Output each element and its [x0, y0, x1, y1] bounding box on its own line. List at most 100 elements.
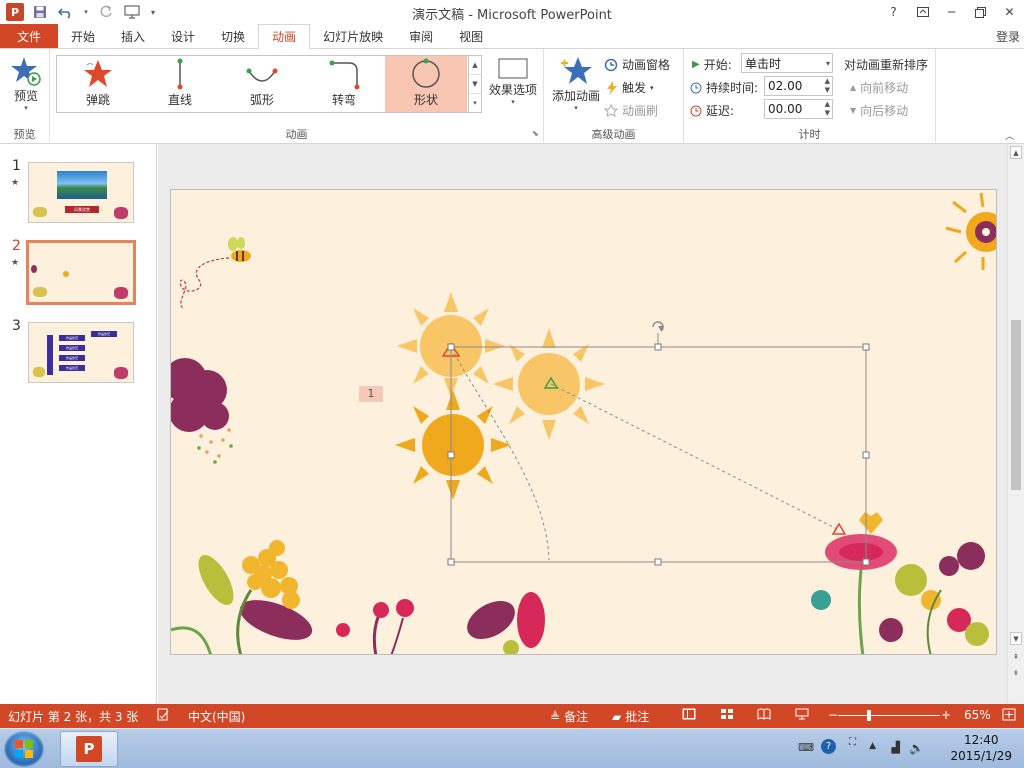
preview-button[interactable]: 预览 ▾ — [6, 55, 46, 112]
collapse-ribbon-icon[interactable]: ︿ — [1005, 129, 1014, 142]
gallery-scroll-up-icon[interactable]: ▲ — [469, 56, 481, 75]
tab-review[interactable]: 审阅 — [396, 24, 446, 48]
gallery-item-bounce[interactable]: 弹跳 — [57, 56, 139, 112]
move-later-button[interactable]: ▼ 向后移动 — [850, 102, 908, 119]
animation-order-tag[interactable]: 1 — [359, 386, 383, 402]
flower-decoration — [114, 207, 128, 219]
bee-decoration — [179, 237, 251, 309]
animation-dialog-launcher-icon[interactable]: ⬊ — [532, 129, 539, 138]
slide-thumbnail-2[interactable] — [26, 240, 136, 305]
zoom-level[interactable]: 65% — [964, 708, 991, 722]
thumb-list-item: 作品欣赏 — [91, 331, 117, 337]
slide-thumbnail-1[interactable]: 风景欣赏 — [28, 162, 134, 223]
taskbar-clock[interactable]: 12:40 2015/1/29 — [950, 732, 1012, 764]
comments-label: 批注 — [625, 710, 650, 724]
comments-button[interactable]: ▰ 批注 — [612, 708, 649, 725]
duration-spinner-icon[interactable]: ▲ ▼ — [825, 77, 830, 95]
undo-dropdown-icon[interactable]: ▾ — [82, 2, 90, 22]
windows-start-icon[interactable] — [4, 731, 44, 767]
normal-view-icon[interactable] — [682, 708, 696, 720]
tab-design[interactable]: 设计 — [158, 24, 208, 48]
save-icon[interactable] — [30, 2, 50, 22]
delay-input[interactable]: 00.00 ▲ ▼ — [764, 99, 833, 119]
scroll-thumb[interactable] — [1011, 320, 1021, 490]
flower-decoration — [33, 367, 45, 377]
motion-path-selection-box[interactable] — [447, 333, 870, 566]
slideshow-from-start-icon[interactable] — [122, 2, 142, 22]
add-animation-button[interactable]: 添加动画 ▾ — [548, 55, 604, 112]
tab-view[interactable]: 视图 — [446, 24, 496, 48]
gallery-item-shape[interactable]: 形状 — [385, 56, 467, 112]
delay-value: 00.00 — [768, 102, 803, 116]
zoom-in-icon[interactable]: + — [941, 708, 951, 722]
motion-path-line[interactable] — [550, 383, 840, 531]
close-icon[interactable]: ✕ — [995, 0, 1024, 24]
gallery-item-line[interactable]: 直线 — [139, 56, 221, 112]
tab-file[interactable]: 文件 — [0, 24, 58, 48]
notes-button[interactable]: ≜ 备注 — [550, 708, 588, 725]
tray-menu-icon[interactable]: ⛶ — [849, 737, 856, 748]
thumb-title: 风景欣赏 — [65, 206, 99, 213]
clock-date: 2015/1/29 — [950, 749, 1012, 763]
slide-sorter-view-icon[interactable] — [720, 708, 734, 720]
start-combo-arrow-icon[interactable]: ▾ — [826, 59, 830, 68]
keyboard-icon[interactable]: ⌨ — [798, 741, 814, 754]
diagram-bar — [47, 335, 53, 375]
show-hidden-icons-icon[interactable]: ▲ — [869, 741, 876, 751]
ribbon-tabs: 文件 开始 插入 设计 切换 动画 幻灯片放映 审阅 视图 登录 — [0, 24, 1024, 49]
gallery-more-icon[interactable]: ▾ — [469, 94, 481, 112]
move-earlier-button[interactable]: ▲ 向前移动 — [850, 79, 908, 96]
tab-slideshow[interactable]: 幻灯片放映 — [310, 24, 396, 48]
tab-transitions[interactable]: 切换 — [208, 24, 258, 48]
slide-thumbnail-3[interactable]: 作品欣赏 作品欣赏 作品欣赏 作品欣赏 作品欣赏 — [28, 322, 134, 383]
ribbon-display-options-icon[interactable] — [908, 0, 937, 24]
thumb-list-item: 作品欣赏 — [59, 365, 85, 371]
preview-group: 预览 ▾ 预览 — [0, 49, 50, 144]
language-indicator[interactable]: 中文(中国) — [188, 708, 245, 725]
zoom-slider-track[interactable] — [838, 715, 940, 716]
slideshow-view-icon[interactable] — [795, 708, 809, 720]
start-combo[interactable]: 单击时 ▾ — [741, 53, 833, 73]
restore-icon[interactable] — [966, 0, 995, 24]
slide-thumbnail-pane: 1 ★ 风景欣赏 2 ★ 3 作品欣赏 作品欣赏 作品欣赏 作品欣赏 作品欣赏 — [0, 144, 157, 704]
delay-spinner-icon[interactable]: ▲ ▼ — [825, 100, 830, 118]
help-icon[interactable]: ? — [879, 0, 908, 24]
undo-icon[interactable] — [56, 2, 76, 22]
help-tray-icon[interactable]: ? — [821, 739, 836, 754]
zoom-slider-thumb[interactable] — [867, 710, 871, 721]
effect-options-button[interactable]: 效果选项 ▾ — [488, 57, 538, 106]
slide-canvas — [171, 192, 996, 654]
tab-insert[interactable]: 插入 — [108, 24, 158, 48]
tab-home[interactable]: 开始 — [58, 24, 108, 48]
previous-slide-icon[interactable]: ⇞ — [1010, 650, 1022, 663]
move-down-icon: ▼ — [850, 106, 857, 115]
next-slide-icon[interactable]: ⇟ — [1010, 666, 1022, 679]
animation-painter-button[interactable]: 动画刷 — [604, 102, 658, 119]
gallery-item-arc[interactable]: 弧形 — [221, 56, 303, 112]
network-icon[interactable]: ▟ — [892, 741, 900, 754]
fit-to-window-icon[interactable] — [1002, 708, 1016, 721]
sign-in-link[interactable]: 登录 — [996, 28, 1020, 45]
spell-check-icon[interactable] — [157, 708, 170, 721]
start-value: 单击时 — [745, 56, 782, 71]
gallery-item-turn[interactable]: 转弯 — [303, 56, 385, 112]
redo-icon[interactable] — [96, 2, 116, 22]
vertical-scrollbar[interactable]: ▲ ▼ ⇞ ⇟ — [1007, 144, 1024, 704]
reading-view-icon[interactable] — [757, 708, 771, 720]
tab-animations[interactable]: 动画 — [258, 24, 311, 49]
powerpoint-app-icon[interactable]: P — [6, 3, 24, 21]
taskbar-powerpoint-button[interactable]: P — [60, 731, 118, 767]
rotate-handle-icon[interactable] — [652, 321, 664, 332]
minimize-icon[interactable]: ─ — [937, 0, 966, 24]
trigger-button[interactable]: 触发 ▾ — [606, 79, 654, 96]
scroll-down-icon[interactable]: ▼ — [1010, 632, 1022, 645]
customize-qat-icon[interactable]: ▾ — [148, 2, 158, 22]
volume-icon[interactable]: 🔈 — [909, 741, 924, 755]
duration-input[interactable]: 02.00 ▲ ▼ — [764, 76, 833, 96]
animation-pane-button[interactable]: 动画窗格 — [604, 56, 670, 73]
zoom-out-icon[interactable]: − — [828, 708, 838, 722]
gallery-scroll-down-icon[interactable]: ▼ — [469, 75, 481, 94]
start-label: 开始: — [703, 58, 732, 72]
current-slide[interactable]: 1 — [170, 189, 997, 655]
scroll-up-icon[interactable]: ▲ — [1010, 146, 1022, 159]
